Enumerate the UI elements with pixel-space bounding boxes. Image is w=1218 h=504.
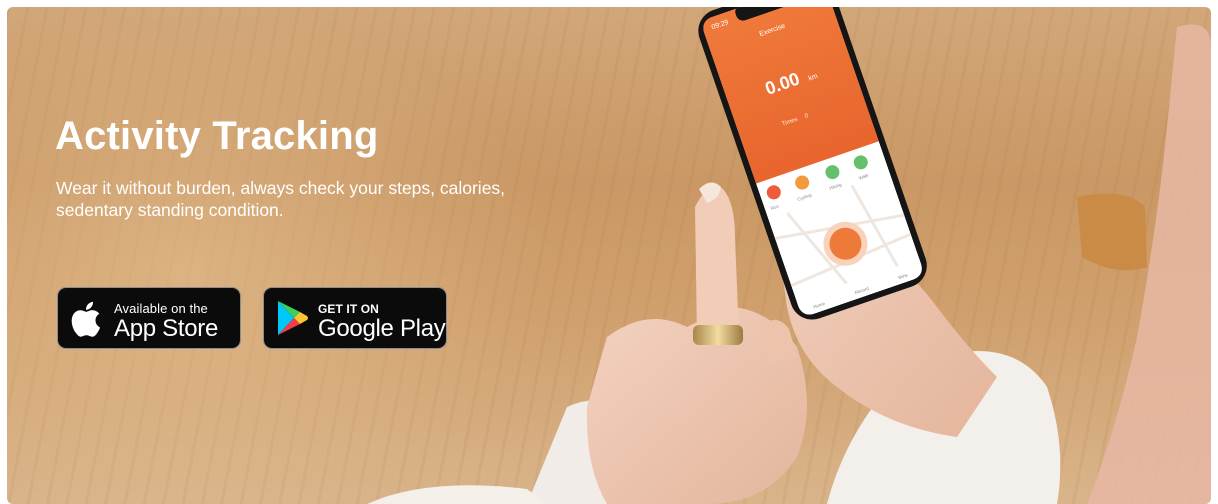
phone-scene: 09:29 Exercise 0.00 km Times 0 Run Cycli… — [367, 7, 1211, 504]
hero-title: Activity Tracking — [55, 114, 379, 158]
google-play-button[interactable]: GET IT ON Google Play — [263, 287, 447, 349]
sleeve-fold — [367, 485, 547, 504]
hero-subtitle: Wear it without burden, always check you… — [56, 178, 506, 220]
google-play-big-label: Google Play — [318, 315, 446, 342]
google-play-logo-icon — [278, 301, 308, 335]
app-store-button[interactable]: Available on the App Store — [57, 287, 241, 349]
app-store-big-label: App Store — [114, 315, 219, 342]
apple-logo-icon — [71, 301, 100, 337]
google-play-small-label: GET IT ON — [318, 302, 379, 316]
smart-ring — [693, 325, 743, 345]
chair-arm — [1077, 193, 1147, 271]
index-finger — [695, 186, 739, 339]
hero-banner: 09:29 Exercise 0.00 km Times 0 Run Cycli… — [7, 7, 1211, 504]
middle-knuckle — [763, 319, 797, 363]
app-store-small-label: Available on the — [114, 301, 208, 316]
